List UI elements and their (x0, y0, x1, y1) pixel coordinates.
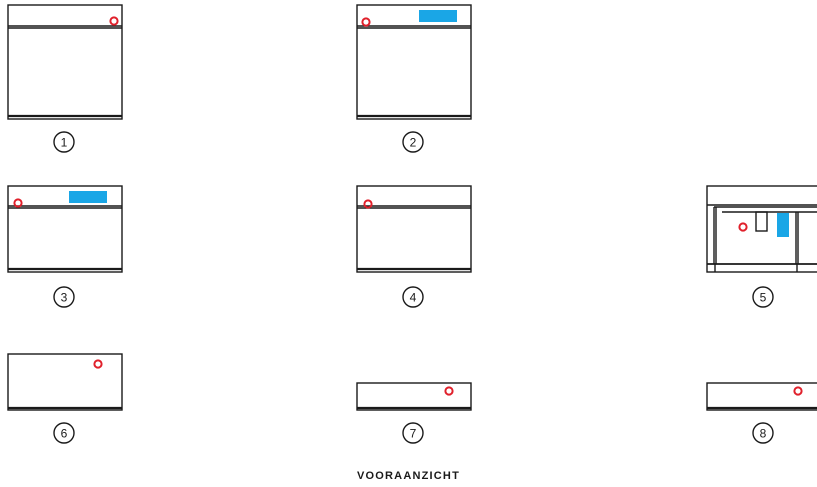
unit-3-number: 3 (61, 291, 68, 305)
unit-4-body (356, 185, 472, 273)
unit-6-indicator-ring (93, 359, 103, 369)
unit-1-indicator-ring (109, 16, 119, 26)
unit-7-drawing (356, 382, 472, 411)
unit-number-markers (53, 131, 774, 444)
unit-2-indicator-ring (361, 17, 371, 27)
unit-8-drawing (706, 382, 817, 411)
unit-2-body (356, 4, 472, 120)
unit-8-body (706, 382, 817, 411)
unit-7-number: 7 (410, 427, 417, 441)
unit-5-handle (755, 211, 768, 232)
unit-8-indicator-ring (793, 386, 803, 396)
unit-3-drawing (7, 185, 123, 273)
unit-2-number: 2 (410, 136, 417, 150)
unit-5-display-panel (777, 213, 789, 237)
view-title: VOORAANZICHT (356, 470, 460, 482)
unit-7-indicator-ring (444, 386, 454, 396)
unit-6-body (7, 353, 123, 411)
unit-2-drawing (356, 4, 472, 120)
unit-8-number: 8 (760, 427, 767, 441)
unit-4-number: 4 (410, 291, 417, 305)
unit-3-display-panel (69, 191, 107, 203)
unit-5-body (706, 185, 817, 273)
unit-7-body (356, 382, 472, 411)
unit-1-body (7, 4, 123, 120)
unit-5-number: 5 (760, 291, 767, 305)
unit-1-drawing (7, 4, 123, 120)
unit-4-drawing (356, 185, 472, 273)
unit-2-display-panel (419, 10, 457, 22)
unit-6-drawing (7, 353, 123, 411)
unit-1-number: 1 (61, 136, 68, 150)
unit-5-indicator-ring (738, 222, 748, 232)
front-view-diagram: 1 2 3 4 5 6 7 8 (7, 4, 817, 444)
unit-6-number: 6 (61, 427, 68, 441)
unit-5-drawing (706, 185, 817, 273)
